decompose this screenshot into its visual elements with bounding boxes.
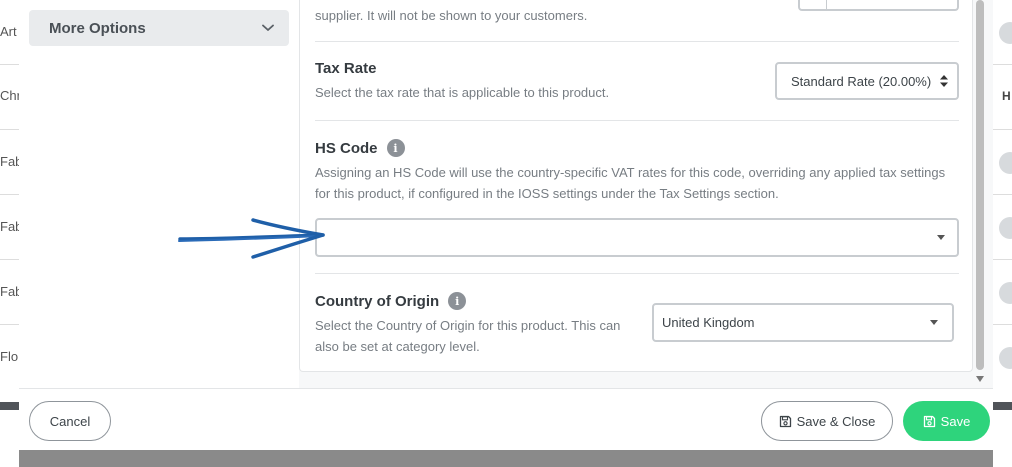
hs-code-title-text: HS Code	[315, 139, 378, 157]
caret-down-icon	[930, 319, 938, 325]
bg-divider	[0, 194, 19, 195]
scrollbar-thumb[interactable]	[976, 0, 984, 370]
country-of-origin-select[interactable]: United Kingdom	[652, 303, 954, 342]
save-and-close-label: Save & Close	[796, 413, 876, 429]
bg-divider	[993, 64, 1012, 65]
bg-row-label: Fab	[0, 284, 19, 299]
country-of-origin-title: Country of Origin i	[315, 292, 635, 310]
hs-code-title: HS Code i	[315, 139, 959, 157]
hs-code-section: HS Code i Assigning an HS Code will use …	[315, 139, 959, 204]
bg-divider	[993, 194, 1012, 195]
bg-divider	[0, 64, 19, 65]
bg-divider	[0, 129, 19, 130]
hs-code-select[interactable]	[315, 218, 959, 257]
bg-avatar	[999, 347, 1012, 369]
more-options-label: More Options	[49, 19, 146, 37]
supplier-note-description: supplier. It will not be shown to your c…	[315, 8, 588, 23]
bg-row-label: Flo	[0, 349, 19, 364]
bg-row-label: Fab	[0, 154, 19, 169]
section-divider	[315, 273, 959, 274]
bg-divider	[993, 259, 1012, 260]
annotation-arrow-icon	[178, 218, 325, 259]
bg-avatar	[999, 152, 1012, 174]
bg-divider	[0, 324, 19, 325]
supplier-note-section: supplier. It will not be shown to your c…	[315, 5, 959, 26]
modal-scrollbar[interactable]	[974, 0, 986, 388]
hs-code-description: Assigning an HS Code will use the countr…	[315, 165, 946, 201]
tax-rate-select[interactable]: Standard Rate (20.00%)	[775, 62, 959, 100]
floppy-disk-icon	[779, 415, 792, 428]
caret-down-icon	[937, 234, 945, 240]
bg-avatar	[999, 282, 1012, 304]
tax-rate-selected-value: Standard Rate (20.00%)	[791, 73, 932, 89]
tax-settings-card: supplier. It will not be shown to your c…	[299, 0, 973, 372]
scroll-down-arrow-icon[interactable]	[976, 376, 984, 382]
info-icon[interactable]: i	[386, 139, 405, 157]
sort-updown-icon	[939, 74, 949, 88]
bg-header-label: H	[1002, 89, 1011, 103]
product-edit-modal: More Options supplier. It will not be sh…	[19, 0, 993, 450]
bg-divider	[0, 259, 19, 260]
country-of-origin-title-text: Country of Origin	[315, 292, 440, 310]
bg-row-label: Chr	[0, 88, 19, 103]
bg-divider	[993, 129, 1012, 130]
save-label: Save	[940, 413, 971, 429]
floppy-disk-icon	[923, 415, 936, 428]
country-of-origin-description: Select the Country of Origin for this pr…	[315, 318, 621, 354]
bg-avatar	[999, 217, 1012, 239]
modal-sidebar: More Options	[19, 0, 299, 388]
tax-rate-title-text: Tax Rate	[315, 60, 377, 77]
section-divider	[315, 41, 959, 42]
save-button[interactable]: Save	[903, 401, 990, 441]
background-table-right: H	[993, 0, 1012, 467]
info-icon[interactable]: i	[448, 292, 467, 310]
section-divider	[315, 120, 959, 121]
country-of-origin-section: Country of Origin i Select the Country o…	[315, 292, 635, 357]
bg-divider	[993, 324, 1012, 325]
bg-avatar	[999, 22, 1012, 44]
cancel-button[interactable]: Cancel	[29, 401, 111, 441]
chevron-down-icon	[261, 21, 275, 35]
country-of-origin-selected-value: United Kingdom	[662, 315, 755, 330]
background-table-left: Art Chr Fab Fab Fab Flo	[0, 0, 19, 467]
more-options-toggle[interactable]: More Options	[29, 10, 289, 46]
bg-row-label: Fab	[0, 219, 19, 234]
save-and-close-button[interactable]: Save & Close	[761, 401, 893, 441]
modal-footer: Cancel Save & Close Save	[19, 388, 993, 450]
bg-row-label: Art	[0, 24, 17, 39]
